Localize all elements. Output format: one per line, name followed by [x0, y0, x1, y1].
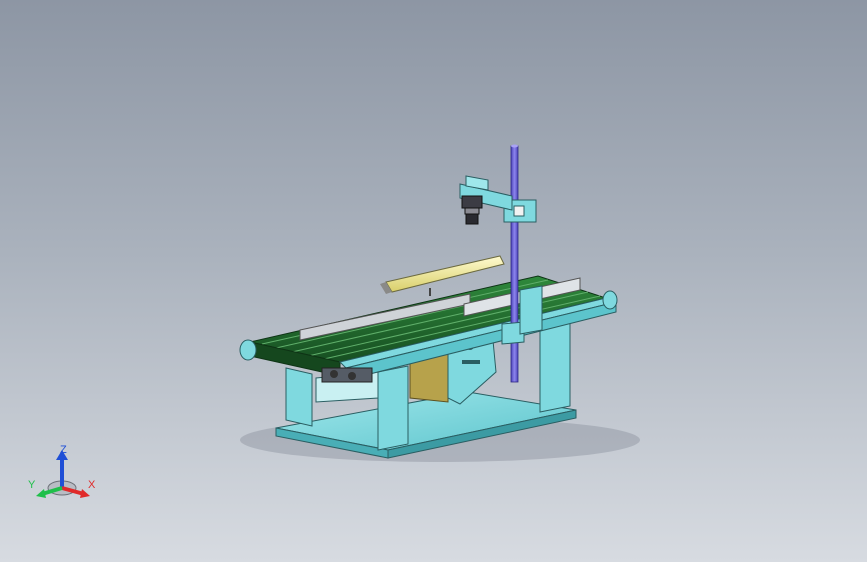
y-axis-label: Y: [28, 479, 36, 491]
x-axis-label: X: [88, 479, 96, 491]
orientation-triad[interactable]: Z Y X: [20, 438, 110, 508]
z-axis-label: Z: [60, 444, 67, 456]
y-axis-arrow-icon: [36, 489, 46, 498]
drive-motor[interactable]: [321, 367, 373, 383]
camera[interactable]: [461, 195, 483, 225]
vertical-rod[interactable]: [510, 144, 519, 383]
cad-viewport[interactable]: Z Y X: [0, 0, 867, 562]
conveyor-model[interactable]: [0, 0, 867, 562]
